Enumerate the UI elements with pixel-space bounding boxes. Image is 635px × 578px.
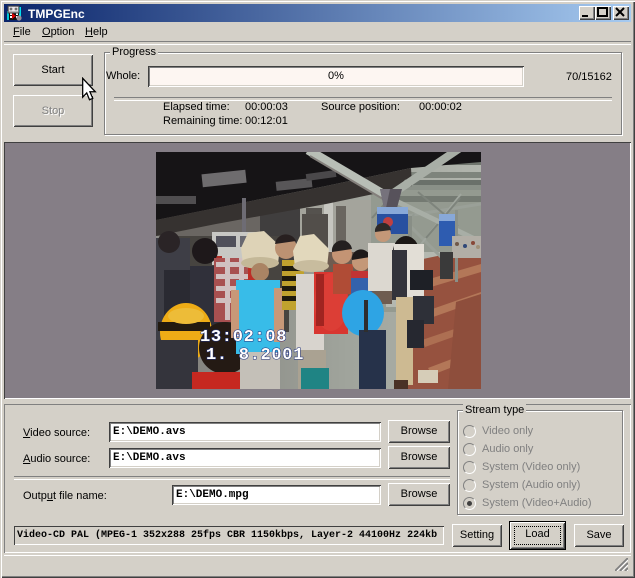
svg-text:1. 8.2001: 1. 8.2001	[206, 346, 304, 365]
svg-text:13:02:08: 13:02:08	[200, 328, 287, 347]
